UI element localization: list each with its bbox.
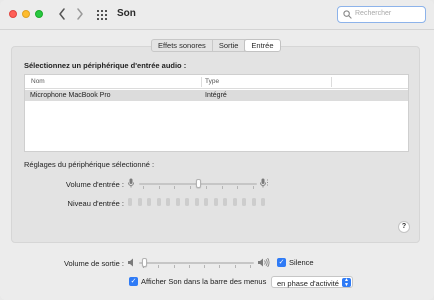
slider-knob[interactable] xyxy=(142,258,148,267)
level-bar xyxy=(204,198,208,206)
back-button[interactable] xyxy=(55,6,69,22)
slider-knob[interactable] xyxy=(195,179,201,188)
device-name-cell: Microphone MacBook Pro xyxy=(30,91,111,99)
forward-button[interactable] xyxy=(73,6,87,22)
tab-output[interactable]: Sortie xyxy=(213,40,246,51)
slider-tick xyxy=(219,265,221,268)
level-bar xyxy=(185,198,189,206)
help-button[interactable]: ? xyxy=(398,221,410,233)
mute-label: Silence xyxy=(289,258,314,267)
table-header: Nom Type xyxy=(25,75,408,89)
level-bar xyxy=(242,198,246,206)
system-preferences-window: Son Rechercher Effets sonores Sortie Ent… xyxy=(0,0,434,300)
table-row[interactable]: Microphone MacBook Pro Intégré xyxy=(25,90,408,101)
slider-tick xyxy=(204,265,206,268)
level-bar xyxy=(147,198,151,206)
slider-tick xyxy=(158,186,160,189)
show-in-menubar-label: Afficher Son dans la barre des menus xyxy=(141,277,267,286)
input-level-label: Niveau d'entrée : xyxy=(67,199,124,208)
column-header-type[interactable]: Type xyxy=(205,78,219,85)
level-bar xyxy=(137,198,142,206)
search-icon xyxy=(343,9,352,19)
search-placeholder: Rechercher xyxy=(355,10,392,17)
input-volume-label: Volume d'entrée : xyxy=(65,180,124,189)
close-window-button[interactable] xyxy=(9,10,17,18)
level-bar xyxy=(261,198,265,206)
microphone-high-icon xyxy=(260,178,268,188)
microphone-low-icon xyxy=(128,178,134,188)
chevron-up-down-icon: ▲ ▼ xyxy=(342,278,351,287)
level-bar xyxy=(223,198,227,206)
slider-tick xyxy=(205,186,207,189)
input-device-section-title: Sélectionnez un périphérique d'entrée au… xyxy=(24,61,187,70)
title-bar: Son Rechercher xyxy=(0,0,434,30)
level-bar xyxy=(156,198,161,206)
mute-checkbox[interactable]: ✓ xyxy=(277,258,286,267)
slider-tick xyxy=(250,265,251,268)
device-type-cell: Intégré xyxy=(205,91,227,99)
slider-tick xyxy=(234,265,236,268)
zoom-window-button[interactable] xyxy=(35,10,43,18)
tab-sound-effects[interactable]: Effets sonores xyxy=(152,40,213,51)
input-device-table: Nom Type Microphone MacBook Pro Intégré xyxy=(24,74,409,152)
level-bar xyxy=(166,198,170,206)
slider-tick xyxy=(143,186,144,189)
device-settings-title: Réglages du périphérique sélectionné : xyxy=(24,160,155,169)
chevron-right-icon xyxy=(77,8,83,20)
slider-track xyxy=(139,262,254,264)
slider-tick xyxy=(253,186,254,189)
level-bar xyxy=(232,198,237,206)
column-divider xyxy=(201,77,202,87)
window-title: Son xyxy=(117,8,136,19)
level-bar xyxy=(175,198,180,206)
slider-tick xyxy=(190,186,192,189)
speaker-low-icon xyxy=(128,258,133,267)
slider-tick xyxy=(173,265,175,268)
column-divider xyxy=(331,77,332,87)
level-bar xyxy=(128,198,132,206)
level-bar xyxy=(251,198,256,206)
speaker-high-icon xyxy=(258,258,270,267)
slider-tick xyxy=(237,186,239,189)
menubar-visibility-select[interactable]: en phase d'activité ▲ ▼ xyxy=(271,276,353,288)
minimize-window-button[interactable] xyxy=(22,10,30,18)
search-field[interactable]: Rechercher xyxy=(337,6,426,23)
level-bar xyxy=(194,198,199,206)
slider-tick xyxy=(158,265,160,268)
tab-bar: Effets sonores Sortie Entrée xyxy=(151,39,281,52)
show-all-grid-icon[interactable] xyxy=(97,10,108,21)
slider-tick xyxy=(221,186,223,189)
chevron-left-icon xyxy=(59,8,65,20)
select-value: en phase d'activité xyxy=(277,278,339,288)
column-header-name[interactable]: Nom xyxy=(31,78,45,85)
tab-input[interactable]: Entrée xyxy=(245,40,280,51)
level-bar xyxy=(213,198,218,206)
slider-tick xyxy=(174,186,176,189)
show-in-menubar-checkbox[interactable]: ✓ xyxy=(129,277,138,286)
slider-tick xyxy=(188,265,190,268)
output-volume-label: Volume de sortie : xyxy=(63,259,124,268)
